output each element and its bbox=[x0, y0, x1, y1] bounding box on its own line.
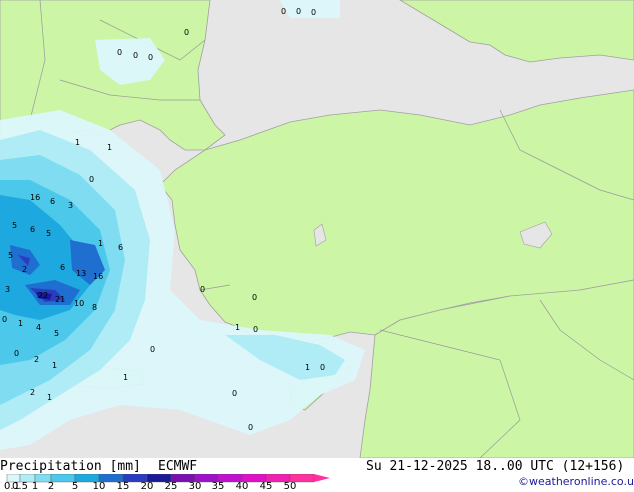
credit-link[interactable]: ©weatheronline.co.uk bbox=[518, 475, 634, 488]
precipitation-map: 0 0 0 0 0 0 0 1 1 16 6 3 0 5 6 5 1 6 5 1… bbox=[0, 0, 634, 458]
value-label: 1 bbox=[18, 319, 23, 328]
legend-tick-label: 50 bbox=[283, 481, 297, 492]
value-label: 0 bbox=[117, 48, 122, 57]
value-label: 6 bbox=[50, 197, 55, 206]
value-label: 0 bbox=[133, 51, 138, 60]
footer-title: Precipitation [mm] bbox=[0, 459, 141, 474]
value-label: 5 bbox=[46, 229, 51, 238]
value-label: 1 bbox=[47, 393, 52, 402]
value-label: 3 bbox=[68, 201, 73, 210]
value-label: 0 bbox=[184, 28, 189, 37]
legend-tick-label: 0.5 bbox=[12, 481, 28, 492]
value-label: 1 bbox=[75, 138, 80, 147]
value-label: 1 bbox=[52, 361, 57, 370]
value-label: 3 bbox=[5, 285, 10, 294]
value-label: 0 bbox=[89, 175, 94, 184]
value-label: 6 bbox=[60, 263, 65, 272]
value-label: 1 bbox=[305, 363, 310, 372]
value-label: 10 bbox=[74, 299, 84, 308]
value-label: 6 bbox=[118, 243, 123, 252]
value-label: 21 bbox=[55, 295, 65, 304]
legend-tick-label: 1 bbox=[31, 481, 39, 492]
value-label: 0 bbox=[281, 7, 286, 16]
value-label: 6 bbox=[30, 225, 35, 234]
legend-tick-label: 15 bbox=[116, 481, 130, 492]
value-label: 13 bbox=[76, 269, 86, 278]
value-label: 16 bbox=[30, 193, 40, 202]
value-label: 1 bbox=[107, 143, 112, 152]
value-label: 2 bbox=[30, 388, 35, 397]
model-name: ECMWF bbox=[158, 459, 198, 474]
value-label: 0 bbox=[253, 325, 258, 334]
legend-tick-label: 2 bbox=[47, 481, 55, 492]
value-label: 0 bbox=[311, 8, 316, 17]
value-label: 0 bbox=[14, 349, 19, 358]
value-label: 0 bbox=[248, 423, 253, 432]
legend-tick-label: 45 bbox=[259, 481, 273, 492]
value-label: 1 bbox=[123, 373, 128, 382]
legend-tick-label: 20 bbox=[140, 481, 154, 492]
legend-tick-label: 5 bbox=[71, 481, 79, 492]
value-label: 0 bbox=[2, 315, 7, 324]
legend-tick-label: 10 bbox=[92, 481, 106, 492]
value-label: 5 bbox=[54, 329, 59, 338]
value-label: 2 bbox=[22, 265, 27, 274]
value-label: 0 bbox=[148, 53, 153, 62]
value-label: 1 bbox=[98, 239, 103, 248]
legend-tick-label: 25 bbox=[164, 481, 178, 492]
legend-tick-label: 35 bbox=[211, 481, 225, 492]
value-label: 0 bbox=[232, 389, 237, 398]
legend-tick-label: 30 bbox=[188, 481, 202, 492]
legend-arrow bbox=[314, 474, 330, 482]
value-label: 0 bbox=[150, 345, 155, 354]
value-label: 5 bbox=[8, 251, 13, 260]
valid-time: Su 21-12-2025 18..00 UTC (12+156) bbox=[366, 459, 625, 474]
value-label: 1 bbox=[235, 323, 240, 332]
value-label: 8 bbox=[92, 303, 97, 312]
value-label: 2 bbox=[34, 355, 39, 364]
value-label: 16 bbox=[93, 272, 103, 281]
value-label: 22 bbox=[38, 291, 48, 300]
value-label: 0 bbox=[200, 285, 205, 294]
value-label: 4 bbox=[36, 323, 41, 332]
value-label: 0 bbox=[252, 293, 257, 302]
value-label: 0 bbox=[320, 363, 325, 372]
value-label: 5 bbox=[12, 221, 17, 230]
value-label: 0 bbox=[296, 7, 301, 16]
legend-tick-label: 40 bbox=[235, 481, 249, 492]
